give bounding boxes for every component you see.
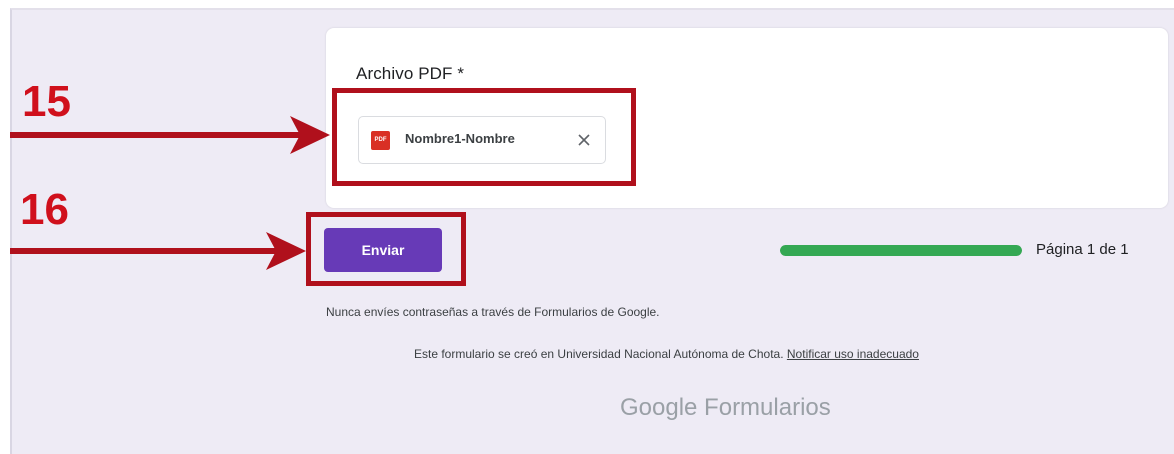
step-number-15: 15: [22, 77, 71, 126]
password-warning: Nunca envíes contraseñas a través de For…: [326, 305, 660, 319]
progress-fill: [780, 245, 1022, 256]
report-abuse-link[interactable]: Notificar uso inadecuado: [787, 347, 919, 361]
footer-text: Este formulario se creó en Universidad N…: [414, 347, 784, 361]
step-number-16: 16: [20, 185, 69, 234]
footer-note: Este formulario se creó en Universidad N…: [414, 347, 919, 361]
page-indicator: Página 1 de 1: [1036, 241, 1129, 258]
question-title: Archivo PDF *: [356, 64, 465, 83]
google-forms-logo: Google Formularios: [620, 394, 831, 421]
highlight-box-file: [332, 88, 636, 186]
highlight-box-submit: [306, 212, 466, 286]
progress-bar: [780, 245, 1022, 256]
